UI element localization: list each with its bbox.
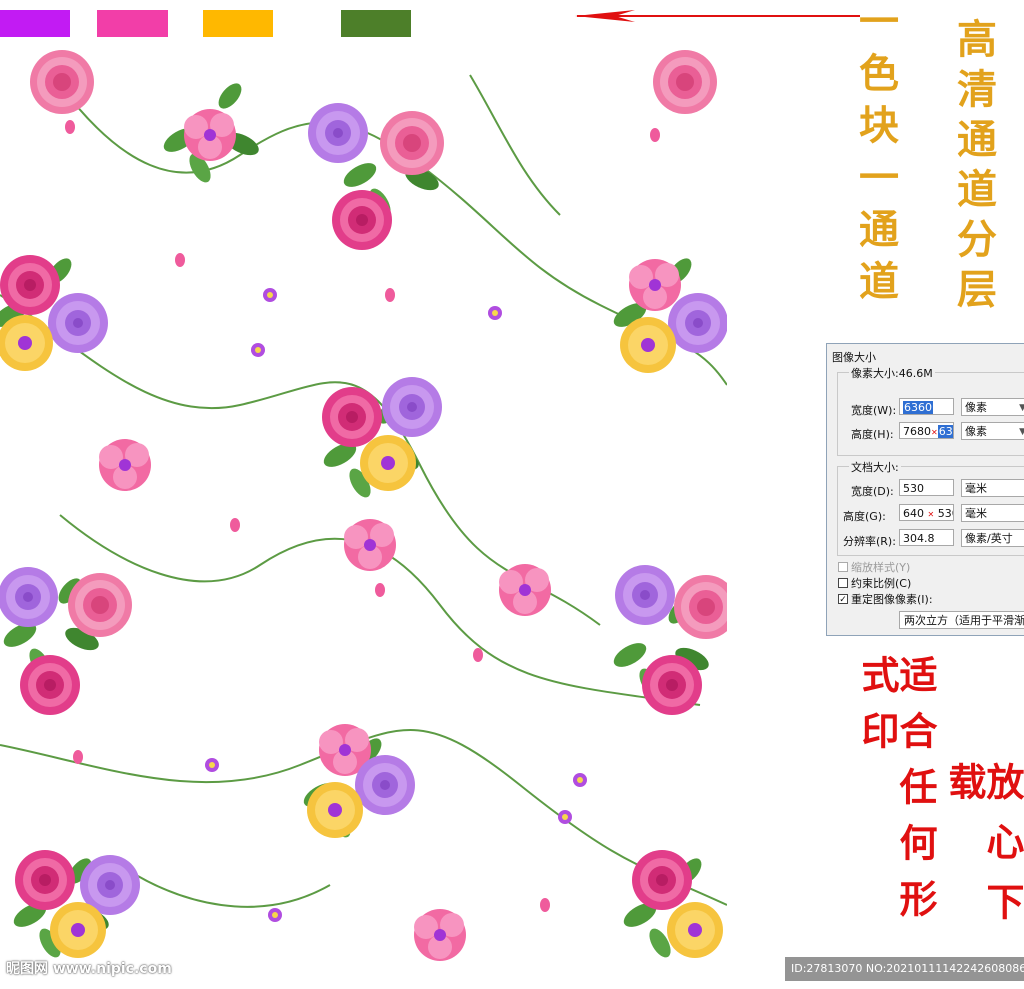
image-size-dialog: 图像大小 像素大小:46.6M 宽度(W): 6360 像素 ▼ 高度(H): 7… xyxy=(826,343,1024,636)
doc-height-label: 高度(G): xyxy=(843,510,886,523)
caption-hd-channel-layering: 高清通道分层 xyxy=(950,18,997,318)
color-swatch-pink xyxy=(97,10,168,37)
doc-width-label: 宽度(D): xyxy=(851,485,894,498)
resolution-label: 分辨率(R): xyxy=(843,535,896,548)
width-pixels-input[interactable]: 6360 xyxy=(899,398,954,415)
doc-height-input[interactable]: 640 ✕ 530 xyxy=(899,504,954,521)
caption-one-swatch-one-channel: 一色块一通道 xyxy=(852,0,899,312)
dialog-title: 图像大小 xyxy=(832,351,876,364)
caption-suitable-for-any-print: 适合任何形式印 xyxy=(855,655,938,935)
constrain-proportions-label: 约束比例(C) xyxy=(851,577,912,590)
resample-label: 重定图像像素(I): xyxy=(851,593,933,606)
checkmark-icon: ✓ xyxy=(839,595,847,605)
constrain-proportions-checkbox[interactable] xyxy=(838,578,848,588)
left-arrow-icon xyxy=(575,10,860,22)
height-pixels-input[interactable]: 7680✕6360 xyxy=(899,422,954,439)
resample-method-select[interactable]: 两次立方（适用于平滑渐变） xyxy=(899,611,1024,629)
doc-height-unit-select[interactable]: 毫米 xyxy=(961,504,1024,522)
pixel-dimensions-label: 像素大小:46.6M xyxy=(849,365,935,381)
chevron-down-icon: ▼ xyxy=(1019,403,1024,413)
watermark-id-text: ID:27813070 NO:20210111142242608086 xyxy=(785,957,1024,981)
edit-mark-icon: ✕ xyxy=(927,510,935,519)
chevron-down-icon: ▼ xyxy=(1019,427,1024,437)
edit-mark-icon: ✕ xyxy=(931,428,938,437)
doc-width-unit-select[interactable]: 毫米 xyxy=(961,479,1024,497)
scale-styles-label: 缩放样式(Y) xyxy=(851,561,911,574)
resolution-input[interactable]: 304.8 xyxy=(899,529,954,546)
scale-styles-checkbox[interactable] xyxy=(838,562,848,572)
color-swatch-purple xyxy=(0,10,70,37)
caption-download-with-confidence: 放心下载 xyxy=(942,762,1024,942)
height-unit-select[interactable]: 像素 ▼ xyxy=(961,422,1024,440)
floral-pattern-image xyxy=(0,50,727,961)
resolution-unit-select[interactable]: 像素/英寸 xyxy=(961,529,1024,547)
color-swatch-green xyxy=(341,10,411,37)
document-size-label: 文档大小: xyxy=(849,459,901,475)
color-swatch-yellow xyxy=(203,10,273,37)
width-unit-select[interactable]: 像素 ▼ xyxy=(961,398,1024,416)
width-label: 宽度(W): xyxy=(851,404,897,417)
resample-checkbox[interactable]: ✓ xyxy=(838,594,848,605)
doc-width-input[interactable]: 530 xyxy=(899,479,954,496)
watermark-logo-text: 昵图网 www.nipic.com xyxy=(6,961,172,977)
height-label: 高度(H): xyxy=(851,428,894,441)
